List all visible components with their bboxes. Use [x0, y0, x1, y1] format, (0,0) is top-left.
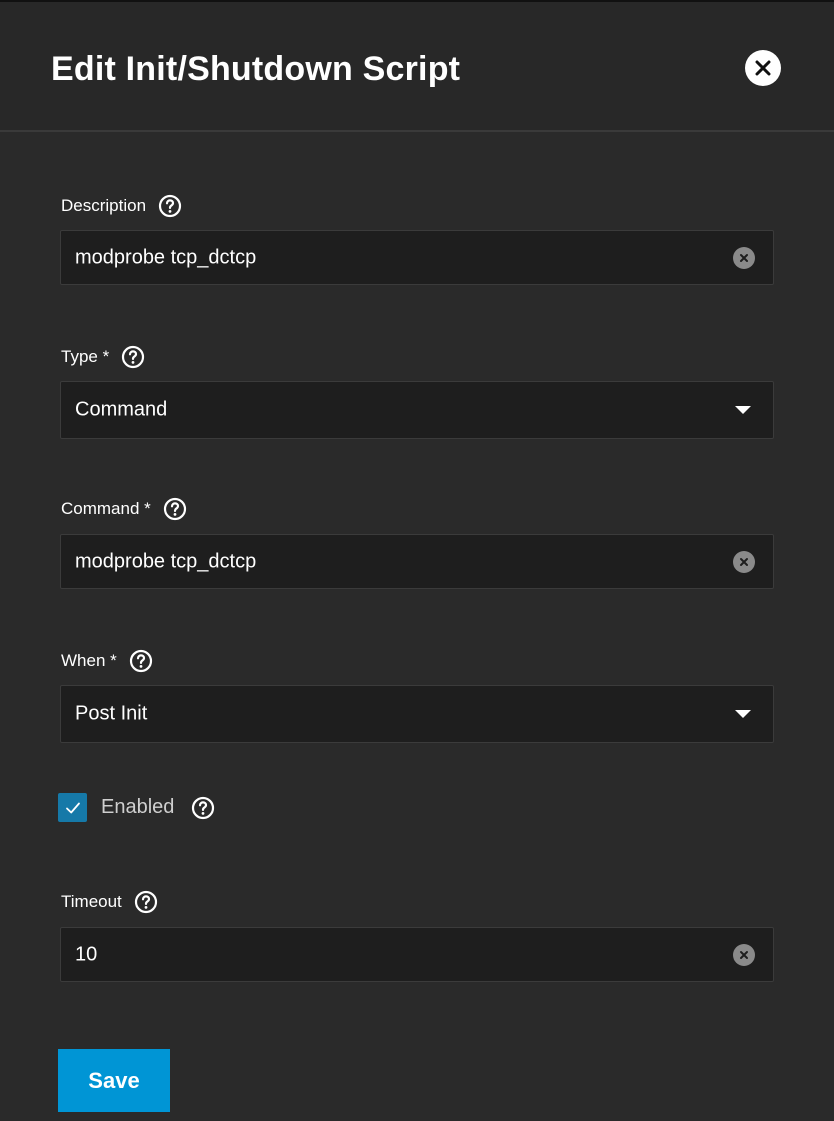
clear-icon[interactable]	[733, 550, 755, 573]
when-selected-value: Post Init	[75, 702, 148, 725]
when-label-row: When *	[61, 649, 153, 673]
help-icon[interactable]	[163, 497, 187, 521]
description-label: Description	[61, 196, 147, 215]
command-field[interactable]	[60, 534, 774, 589]
chevron-down-icon	[735, 406, 751, 414]
description-input[interactable]	[75, 246, 695, 269]
command-label: Command *	[61, 499, 151, 518]
help-icon[interactable]	[134, 890, 158, 914]
help-icon[interactable]	[158, 194, 182, 218]
description-field[interactable]	[60, 230, 774, 285]
dialog-header: Edit Init/Shutdown Script	[0, 2, 834, 130]
close-icon	[755, 60, 771, 76]
enabled-label[interactable]: Enabled	[101, 796, 174, 819]
help-icon[interactable]	[121, 345, 145, 369]
help-icon[interactable]	[191, 796, 215, 820]
clear-icon[interactable]	[733, 943, 755, 966]
command-input[interactable]	[75, 550, 695, 573]
type-label: Type *	[61, 347, 110, 366]
command-label-row: Command *	[61, 497, 187, 521]
save-button[interactable]: Save	[58, 1049, 170, 1112]
timeout-field[interactable]	[60, 927, 774, 982]
when-select[interactable]: Post Init	[60, 685, 774, 743]
timeout-input[interactable]	[75, 943, 695, 966]
dialog-title: Edit Init/Shutdown Script	[51, 50, 461, 88]
close-button[interactable]	[745, 50, 781, 86]
when-label: When *	[61, 651, 117, 670]
timeout-label: Timeout	[61, 892, 122, 911]
type-select[interactable]: Command	[60, 381, 774, 439]
timeout-label-row: Timeout	[61, 890, 158, 914]
description-label-row: Description	[61, 194, 182, 218]
help-icon[interactable]	[129, 649, 153, 673]
enabled-checkbox-row: Enabled	[58, 793, 215, 822]
enabled-checkbox[interactable]	[58, 793, 87, 822]
chevron-down-icon	[735, 710, 751, 718]
header-divider	[0, 130, 834, 132]
type-selected-value: Command	[75, 398, 168, 421]
clear-icon[interactable]	[733, 246, 755, 269]
type-label-row: Type *	[61, 345, 145, 369]
checkmark-icon	[65, 802, 80, 813]
